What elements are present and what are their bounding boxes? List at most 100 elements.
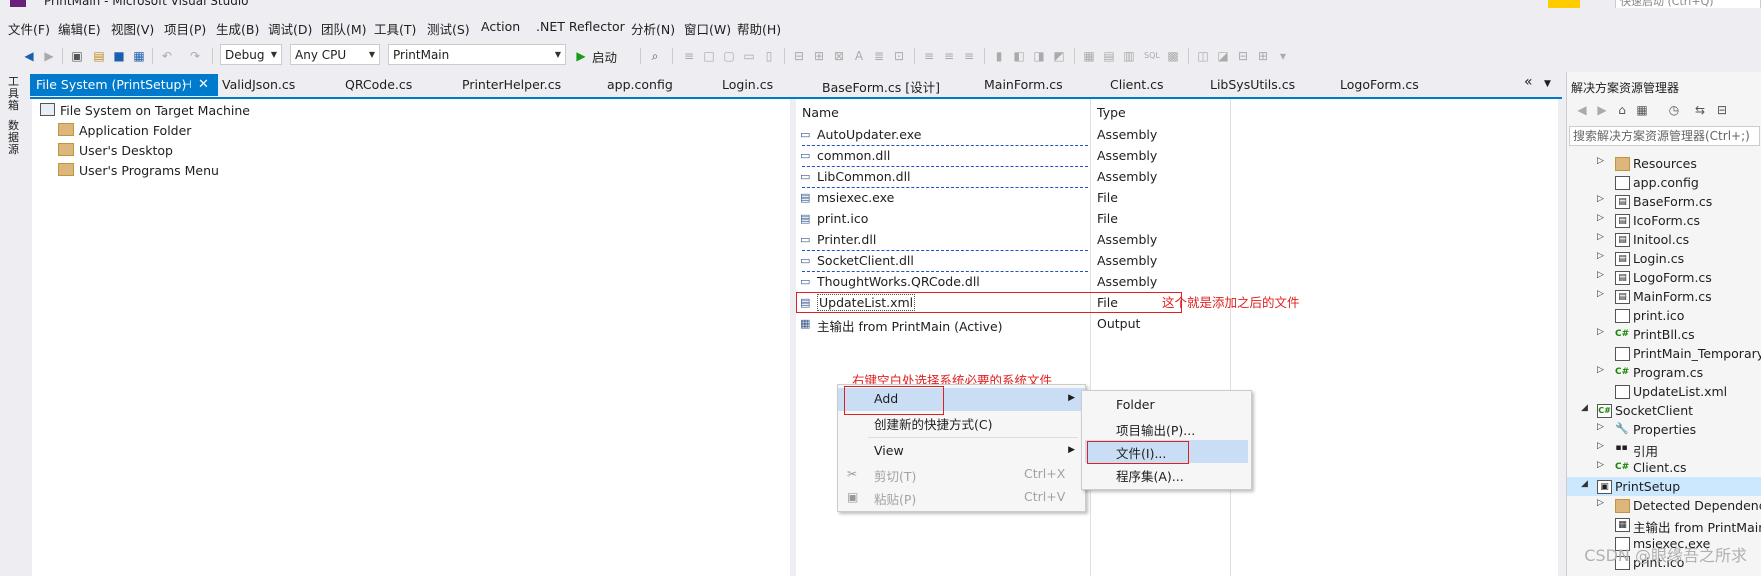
file-row[interactable]: ▤ msiexec.exe File (796, 188, 1558, 209)
submenu-item-assembly[interactable]: 程序集(A)... (1082, 463, 1251, 486)
bookmark-clear-icon[interactable]: ◩ (1052, 49, 1066, 63)
menu-item-paste[interactable]: ▣ 粘贴(P) Ctrl+V (838, 486, 1085, 509)
file-row[interactable]: ▦ 主输出 from PrintMain (Active) Output (796, 314, 1558, 335)
toolbar-tool-icon[interactable]: ◪ (1216, 49, 1230, 63)
solution-node-print-ico[interactable]: print.ico (1567, 306, 1761, 325)
expand-icon[interactable]: ▷ (1597, 422, 1604, 432)
collapse-all-icon[interactable]: ⊟ (1715, 103, 1729, 117)
toolbar-tool-icon[interactable]: ▭ (742, 49, 756, 63)
navigate-forward-icon[interactable]: ▶ (42, 49, 56, 63)
menu-test[interactable]: 测试(S) (427, 19, 470, 38)
solution-node-mainform[interactable]: ▷ ▤ MainForm.cs (1567, 287, 1761, 306)
sql-icon[interactable]: SQL (1144, 49, 1160, 63)
tree-item-users-desktop[interactable]: User's Desktop (58, 143, 173, 158)
expand-icon[interactable]: ▷ (1597, 460, 1604, 470)
tab-client[interactable]: Client.cs (1110, 77, 1164, 92)
solution-node-login[interactable]: ▷ ▤ Login.cs (1567, 249, 1761, 268)
solution-node-printbll[interactable]: ▷ C# PrintBll.cs (1567, 325, 1761, 344)
solution-node-client[interactable]: ▷ C# Client.cs (1567, 458, 1761, 477)
toolbar-tool-icon[interactable]: ⊟ (1236, 49, 1250, 63)
menu-debug[interactable]: 调试(D) (268, 19, 312, 38)
toolbar-tool-icon[interactable]: ▩ (1166, 49, 1180, 63)
open-file-icon[interactable]: ▤ (92, 49, 106, 63)
solution-node-app-config[interactable]: app.config (1567, 173, 1761, 192)
expand-icon[interactable]: ▷ (1597, 441, 1604, 451)
tab-logoform[interactable]: LogoForm.cs (1340, 77, 1419, 92)
toolbar-tool-icon[interactable]: ⊞ (1256, 49, 1270, 63)
startup-project-select[interactable]: PrintMain ▼ (388, 44, 566, 65)
solution-platform-select[interactable]: Any CPU ▼ (290, 44, 380, 65)
start-debug-label[interactable]: 启动 (592, 47, 617, 66)
toolbar-tool-icon[interactable]: ▦ (1082, 49, 1096, 63)
solution-node-properties[interactable]: ▷ 🔧 Properties (1567, 420, 1761, 439)
sync-icon[interactable]: ⇆ (1693, 103, 1707, 117)
save-all-icon[interactable]: ▦ (132, 49, 146, 63)
tab-overflow-icon[interactable]: « (1524, 74, 1533, 90)
toolbar-tool-icon[interactable]: □ (702, 49, 716, 63)
menu-tools[interactable]: 工具(T) (374, 19, 416, 38)
toolbar-tool-icon[interactable]: ⊠ (832, 49, 846, 63)
solution-node-printmain-temporary[interactable]: PrintMain_TemporaryK (1567, 344, 1761, 363)
column-header-name[interactable]: Name (802, 105, 839, 120)
tab-app-config[interactable]: app.config (607, 77, 673, 92)
submenu-item-project-output[interactable]: 项目输出(P)... (1082, 417, 1251, 440)
menu-net-reflector[interactable]: .NET Reflector (536, 19, 625, 34)
menu-edit[interactable]: 编辑(E) (58, 19, 101, 38)
pending-changes-icon[interactable]: ◷ (1667, 103, 1681, 117)
toolbar-tool-icon[interactable]: ▯ (762, 49, 776, 63)
expand-icon[interactable]: ▷ (1597, 365, 1604, 375)
file-row[interactable]: ▭ Printer.dll Assembly (796, 230, 1558, 251)
redo-icon[interactable]: ↷ (188, 49, 202, 63)
toolbar-tool-icon[interactable]: ≡ (682, 49, 696, 63)
bookmark-prev-icon[interactable]: ◧ (1012, 49, 1026, 63)
collapse-icon[interactable]: ◢ (1581, 479, 1588, 489)
expand-icon[interactable]: ▷ (1597, 232, 1604, 242)
close-icon[interactable]: ✕ (198, 74, 209, 96)
menu-action[interactable]: Action (481, 19, 520, 34)
expand-icon[interactable]: ▷ (1597, 213, 1604, 223)
toolbar-overflow-icon[interactable]: ▾ (1276, 49, 1290, 63)
expand-icon[interactable]: ▷ (1597, 156, 1604, 166)
solution-node-primary-output[interactable]: ▦ 主输出 from PrintMain (1567, 515, 1761, 535)
solution-configuration-select[interactable]: Debug ▼ (220, 44, 282, 65)
solution-node-logoform[interactable]: ▷ ▤ LogoForm.cs (1567, 268, 1761, 287)
solution-node-detected-dependencies[interactable]: ▷ Detected Dependencie (1567, 496, 1761, 515)
start-debug-icon[interactable]: ▶ (574, 49, 588, 63)
column-header-type[interactable]: Type (1097, 105, 1126, 120)
toolbar-tool-icon[interactable]: ≡ (942, 49, 956, 63)
tab-qrcode[interactable]: QRCode.cs (345, 77, 412, 92)
toolbar-tool-icon[interactable]: ≡ (962, 49, 976, 63)
tab-printerhelper[interactable]: PrinterHelper.cs (462, 77, 561, 92)
expand-icon[interactable]: ▷ (1597, 270, 1604, 280)
toolbar-tool-icon[interactable]: A (852, 49, 866, 63)
bookmark-next-icon[interactable]: ◨ (1032, 49, 1046, 63)
file-row[interactable]: ▭ common.dll Assembly (796, 146, 1558, 167)
tree-root[interactable]: File System on Target Machine (40, 103, 250, 118)
solution-node-references[interactable]: ▷ ▪▪ 引用 (1567, 439, 1761, 459)
solution-node-resources[interactable]: ▷ Resources (1567, 154, 1761, 173)
menu-window[interactable]: 窗口(W) (684, 19, 731, 38)
tab-file-system-printsetup[interactable]: File System (PrintSetup) ⊣ ✕ (30, 74, 218, 96)
solution-explorer-search-input[interactable]: 搜索解决方案资源管理器(Ctrl+;) (1569, 126, 1760, 146)
expand-icon[interactable]: ▷ (1597, 289, 1604, 299)
menu-file[interactable]: 文件(F) (8, 19, 50, 38)
submenu-item-folder[interactable]: Folder (1082, 394, 1251, 417)
tab-validjson[interactable]: ValidJson.cs (222, 77, 295, 92)
menu-help[interactable]: 帮助(H) (737, 19, 781, 38)
toolbar-tool-icon[interactable]: ≣ (872, 49, 886, 63)
undo-icon[interactable]: ↶ (160, 49, 174, 63)
notification-flag-icon[interactable] (1548, 0, 1580, 8)
menu-project[interactable]: 项目(P) (164, 19, 206, 38)
data-sources-tab[interactable]: 数据源 (8, 120, 22, 156)
solution-node-baseform[interactable]: ▷ ▤ BaseForm.cs (1567, 192, 1761, 211)
file-row[interactable]: ▭ SocketClient.dll Assembly (796, 251, 1558, 272)
toolbox-tab[interactable]: 工具箱 (8, 76, 22, 112)
quick-launch-input[interactable]: 快速启动 (Ctrl+Q) (1615, 0, 1761, 8)
bookmark-icon[interactable]: ▮ (992, 49, 1006, 63)
find-icon[interactable]: ⌕ (648, 49, 662, 63)
menu-team[interactable]: 团队(M) (321, 19, 367, 38)
toolbar-tool-icon[interactable]: ≡ (922, 49, 936, 63)
tab-baseform-design[interactable]: BaseForm.cs [设计] (822, 77, 940, 96)
menu-analyze[interactable]: 分析(N) (631, 19, 675, 38)
solution-node-initool[interactable]: ▷ ▤ Initool.cs (1567, 230, 1761, 249)
